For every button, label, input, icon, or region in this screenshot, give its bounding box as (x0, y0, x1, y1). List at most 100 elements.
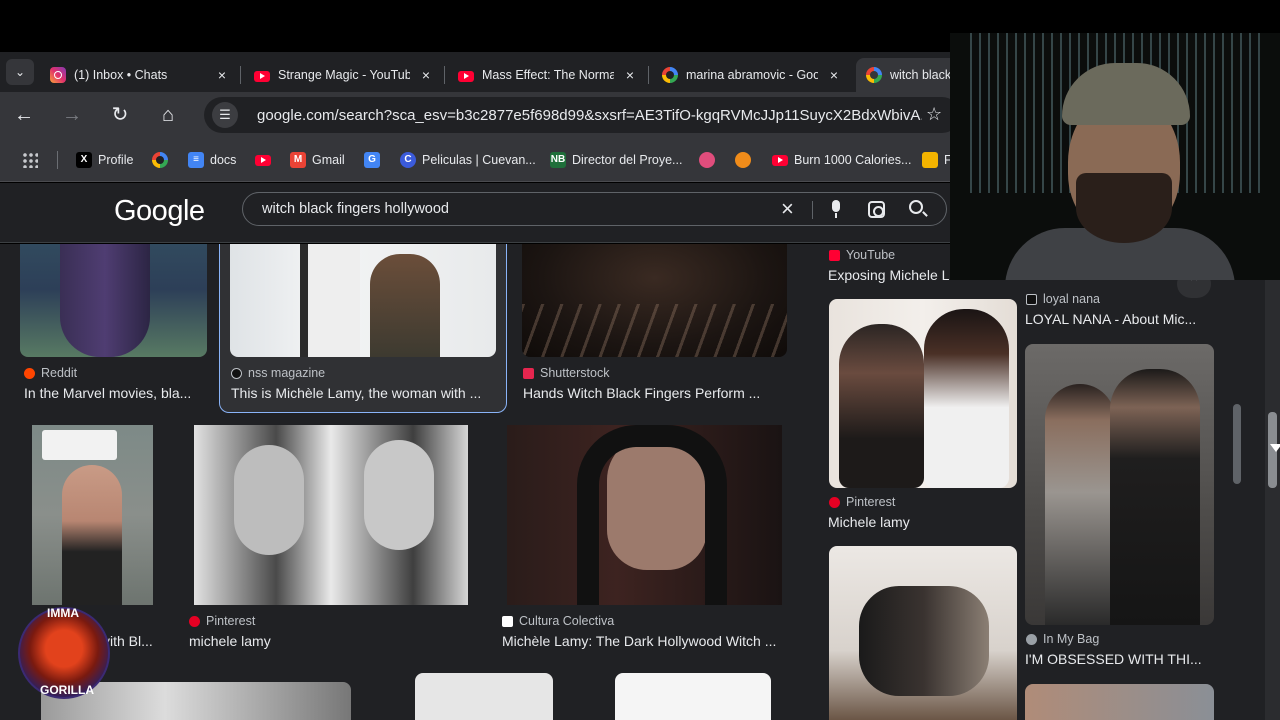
microphone-icon[interactable] (829, 200, 843, 218)
tab-mass-effect[interactable]: Mass Effect: The Normandy × (448, 58, 648, 92)
image-result-thumbnail[interactable] (415, 673, 553, 720)
bookmark-firefox[interactable] (699, 150, 715, 170)
image-result-thumbnail[interactable] (507, 425, 782, 605)
x-icon: X (76, 152, 92, 168)
bookmark-label: Profile (98, 153, 134, 167)
result-source[interactable]: Pinterest (829, 495, 895, 509)
youtube-icon (829, 249, 840, 261)
image-result-thumbnail[interactable] (829, 546, 1017, 720)
result-source[interactable]: Shutterstock (523, 366, 609, 380)
bookmark-chart[interactable]: F (922, 150, 952, 170)
translate-icon: G (364, 152, 380, 168)
panel-scrollbar[interactable] (1233, 404, 1241, 484)
chart-icon (922, 152, 938, 168)
page-scrollbar-track[interactable] (1265, 280, 1280, 720)
image-result-thumbnail[interactable] (1025, 684, 1214, 720)
forward-button[interactable]: → (57, 100, 87, 130)
google-logo[interactable]: Google (114, 195, 205, 228)
youtube-icon (254, 70, 270, 82)
image-result-thumbnail[interactable] (615, 673, 771, 720)
nss-icon (231, 367, 242, 379)
result-source[interactable]: loyal nana (1026, 292, 1100, 306)
bookmark-gmail[interactable]: M Gmail (290, 150, 345, 170)
face-left (234, 445, 304, 555)
image-result-thumbnail[interactable] (829, 299, 1017, 488)
youtube-icon (772, 154, 788, 166)
search-box[interactable]: witch black fingers hollywood × (242, 192, 947, 226)
address-bar[interactable]: ☰ google.com/search?sca_esv=b3c2877e5f69… (204, 97, 960, 133)
bookmark-orange[interactable] (735, 150, 751, 170)
bookmark-label: Peliculas | Cuevan... (422, 153, 536, 167)
back-button[interactable]: ← (9, 100, 39, 130)
bookmark-cuevana[interactable]: C Peliculas | Cuevan... (400, 150, 536, 170)
bookmark-translate[interactable]: G (364, 150, 380, 170)
bookmark-burn-calories[interactable]: Burn 1000 Calories... (772, 150, 911, 170)
bookmark-star-button[interactable]: ☆ (926, 104, 942, 125)
search-input[interactable]: witch black fingers hollywood (262, 201, 449, 217)
image-result-thumbnail[interactable] (194, 425, 468, 605)
figure-silhouette (60, 244, 150, 357)
tab-marina-abramovic[interactable]: marina abramovic - Google × (652, 58, 852, 92)
bookmark-profile[interactable]: X Profile (76, 150, 133, 170)
result-source[interactable]: Cultura Colectiva (502, 614, 614, 628)
tab-search-button[interactable]: ⌄ (6, 59, 34, 85)
tab-divider (240, 66, 241, 84)
bookmark-director[interactable]: NB Director del Proye... (550, 150, 682, 170)
apps-grid-icon[interactable] (22, 152, 38, 168)
result-title[interactable]: Michele lamy (828, 514, 1018, 530)
source-label: Pinterest (846, 495, 896, 509)
result-title[interactable]: michele lamy (189, 633, 459, 649)
result-source[interactable]: Pinterest (189, 614, 255, 628)
figure-silhouette (839, 324, 924, 488)
nb-icon: NB (550, 152, 566, 168)
webcam-overlay (950, 33, 1280, 280)
tab-strange-magic[interactable]: Strange Magic - YouTube × (244, 58, 444, 92)
bookmark-google[interactable] (152, 150, 168, 170)
close-icon[interactable]: × (418, 67, 434, 83)
image-result-thumbnail[interactable] (1025, 344, 1214, 625)
close-icon[interactable]: × (214, 67, 230, 83)
site-info-button[interactable]: ☰ (212, 102, 238, 128)
lens-icon[interactable] (868, 201, 885, 218)
image-result-thumbnail[interactable] (20, 244, 207, 357)
close-icon[interactable]: × (826, 67, 842, 83)
result-title[interactable]: This is Michèle Lamy, the woman with ... (231, 385, 501, 401)
google-icon (152, 152, 168, 168)
cuevana-icon: C (400, 152, 416, 168)
result-title[interactable]: I'M OBSESSED WITH THI... (1025, 651, 1215, 667)
youtube-icon (458, 70, 474, 82)
result-title[interactable]: LOYAL NANA - About Mic... (1025, 311, 1215, 327)
tab-inbox[interactable]: (1) Inbox • Chats × (40, 58, 240, 92)
reload-icon: ↻ (111, 104, 129, 126)
result-source[interactable]: In My Bag (1026, 632, 1099, 646)
result-title[interactable]: Hands Witch Black Fingers Perform ... (523, 385, 788, 401)
result-source[interactable]: YouTube (829, 248, 895, 262)
figure-silhouette (300, 244, 360, 357)
face-right (364, 440, 434, 550)
source-label: loyal nana (1043, 292, 1100, 306)
bookmark-docs[interactable]: ≡ docs (188, 150, 236, 170)
figure-silhouette (370, 254, 440, 357)
close-icon[interactable]: × (622, 67, 638, 83)
result-source[interactable]: nss magazine (231, 366, 325, 380)
image-result-thumbnail[interactable] (230, 244, 496, 357)
bookmark-youtube[interactable] (255, 150, 271, 170)
result-title[interactable]: vith Bl... (103, 633, 163, 649)
shutterstock-icon (523, 367, 534, 379)
tab-title: (1) Inbox • Chats (74, 68, 168, 82)
search-divider (812, 201, 813, 219)
reload-button[interactable]: ↻ (105, 100, 135, 130)
image-result-thumbnail[interactable] (522, 244, 787, 357)
url-text[interactable]: google.com/search?sca_esv=b3c2877e5f698d… (257, 107, 922, 124)
home-button[interactable]: ⌂ (153, 100, 183, 130)
figure-silhouette (859, 586, 989, 696)
result-source[interactable]: Reddit (24, 366, 77, 380)
result-title[interactable]: Exposing Michele L (828, 267, 953, 283)
result-title[interactable]: In the Marvel movies, bla... (24, 385, 204, 401)
source-label: Pinterest (206, 614, 256, 628)
result-title[interactable]: Michèle Lamy: The Dark Hollywood Witch .… (502, 633, 787, 649)
clear-search-button[interactable]: × (781, 196, 794, 222)
image-result-thumbnail[interactable] (32, 425, 153, 605)
tab-title: Mass Effect: The Normandy (482, 68, 614, 82)
search-icon[interactable] (909, 200, 923, 214)
